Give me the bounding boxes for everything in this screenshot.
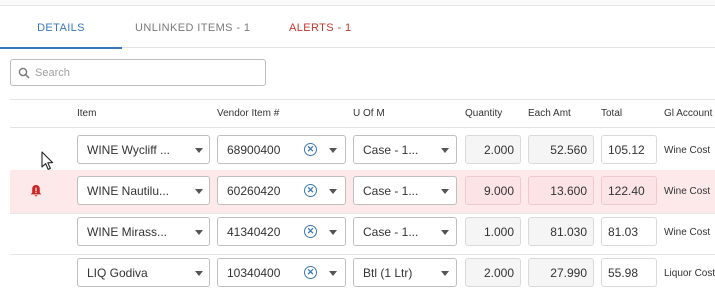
total-field: 55.98 — [601, 258, 657, 287]
chevron-down-icon[interactable] — [441, 230, 449, 235]
uom-value: Case - 1... — [363, 184, 419, 198]
column-header-total[interactable]: Total — [601, 108, 622, 119]
item-value: LIQ Godiva — [87, 266, 148, 280]
item-value: WINE Nautilu... — [87, 184, 170, 198]
chevron-down-icon[interactable] — [329, 230, 337, 235]
tab-alerts[interactable]: ALERTS - 1 — [289, 8, 352, 48]
gl-account-value: Wine Cost — [664, 227, 711, 238]
chevron-down-icon[interactable] — [195, 230, 203, 235]
column-header-vendor-item[interactable]: Vendor Item # — [217, 108, 279, 119]
clear-circle-icon[interactable]: ✕ — [304, 225, 317, 238]
quantity-value: 1.000 — [483, 225, 514, 239]
total-value: 122.40 — [608, 184, 645, 198]
item-select[interactable]: WINE Mirass... — [77, 217, 210, 246]
total-field: 81.03 — [601, 217, 657, 246]
chevron-down-icon[interactable] — [329, 189, 337, 194]
mouse-pointer-icon — [41, 151, 54, 170]
tab-details[interactable]: DETAILS — [0, 8, 122, 49]
item-select[interactable]: WINE Nautilu... — [77, 176, 210, 205]
quantity-field[interactable]: 2.000 — [465, 135, 521, 164]
tab-unlinked-items[interactable]: UNLINKED ITEMS - 1 — [135, 8, 250, 48]
chevron-down-icon[interactable] — [329, 148, 337, 153]
bell-icon — [30, 185, 42, 197]
vendor-item-select[interactable]: 41340420 ✕ — [217, 217, 346, 246]
vendor-item-value: 60260420 — [227, 184, 281, 198]
vendor-item-select[interactable]: 10340400 ✕ — [217, 258, 346, 287]
item-select[interactable]: WINE Wycliff ... — [77, 135, 210, 164]
each-amt-field[interactable]: 13.600 — [528, 176, 594, 205]
column-header-gl-account[interactable]: Gl Account — [664, 108, 712, 119]
each-amt-field[interactable]: 27.990 — [528, 258, 594, 287]
column-header-uom[interactable]: U Of M — [353, 108, 385, 119]
table-row[interactable]: LIQ Godiva 10340400 ✕ Btl (1 Ltr) 2.000 … — [10, 252, 715, 289]
quantity-field[interactable]: 2.000 — [465, 258, 521, 287]
vendor-item-value: 10340400 — [227, 266, 281, 280]
total-field: 105.12 — [601, 135, 657, 164]
gl-account-value: Wine Cost — [664, 186, 711, 197]
search-icon — [18, 67, 30, 79]
chevron-down-icon[interactable] — [441, 148, 449, 153]
each-amt-value: 13.600 — [550, 184, 587, 198]
column-header-item[interactable]: Item — [77, 108, 96, 119]
search-box[interactable] — [10, 59, 266, 86]
top-strip — [0, 0, 715, 6]
vendor-item-select[interactable]: 68900400 ✕ — [217, 135, 346, 164]
each-amt-value: 52.560 — [550, 143, 587, 157]
item-value: WINE Mirass... — [87, 225, 167, 239]
each-amt-value: 81.030 — [550, 225, 587, 239]
search-input[interactable] — [35, 64, 260, 82]
chevron-down-icon[interactable] — [195, 271, 203, 276]
total-field: 122.40 — [601, 176, 657, 205]
column-header-quantity[interactable]: Quantity — [465, 108, 502, 119]
quantity-field[interactable]: 9.000 — [465, 176, 521, 205]
table-row[interactable]: WINE Wycliff ... 68900400 ✕ Case - 1... … — [10, 129, 715, 173]
vendor-item-value: 41340420 — [227, 225, 281, 239]
total-value: 81.03 — [608, 225, 639, 239]
uom-value: Case - 1... — [363, 143, 419, 157]
clear-circle-icon[interactable]: ✕ — [304, 266, 317, 279]
uom-select[interactable]: Case - 1... — [353, 217, 457, 246]
item-select[interactable]: LIQ Godiva — [77, 258, 210, 287]
each-amt-field[interactable]: 52.560 — [528, 135, 594, 164]
table-row[interactable]: WINE Mirass... 41340420 ✕ Case - 1... 1.… — [10, 211, 715, 255]
vendor-item-value: 68900400 — [227, 143, 281, 157]
uom-select[interactable]: Case - 1... — [353, 176, 457, 205]
gl-account-value: Wine Cost — [664, 145, 711, 156]
column-header-each-amt[interactable]: Each Amt — [528, 108, 571, 119]
uom-select[interactable]: Btl (1 Ltr) — [353, 258, 457, 287]
each-amt-value: 27.990 — [550, 266, 587, 280]
vendor-item-select[interactable]: 60260420 ✕ — [217, 176, 346, 205]
chevron-down-icon[interactable] — [195, 148, 203, 153]
total-value: 55.98 — [608, 266, 639, 280]
quantity-field[interactable]: 1.000 — [465, 217, 521, 246]
quantity-value: 2.000 — [483, 266, 514, 280]
uom-select[interactable]: Case - 1... — [353, 135, 457, 164]
clear-circle-icon[interactable]: ✕ — [304, 184, 317, 197]
clear-circle-icon[interactable]: ✕ — [304, 143, 317, 156]
each-amt-field[interactable]: 81.030 — [528, 217, 594, 246]
quantity-value: 2.000 — [483, 143, 514, 157]
chevron-down-icon[interactable] — [441, 271, 449, 276]
chevron-down-icon[interactable] — [441, 189, 449, 194]
uom-value: Case - 1... — [363, 225, 419, 239]
quantity-value: 9.000 — [483, 184, 514, 198]
uom-value: Btl (1 Ltr) — [363, 266, 413, 280]
table-header: Item Vendor Item # U Of M Quantity Each … — [10, 100, 715, 128]
chevron-down-icon[interactable] — [195, 189, 203, 194]
table-row-alert[interactable]: WINE Nautilu... 60260420 ✕ Case - 1... 9… — [10, 170, 715, 214]
total-value: 105.12 — [608, 143, 645, 157]
chevron-down-icon[interactable] — [329, 271, 337, 276]
tab-bar: DETAILS UNLINKED ITEMS - 1 ALERTS - 1 — [0, 8, 715, 49]
gl-account-value: Liquor Cost — [664, 268, 715, 279]
item-value: WINE Wycliff ... — [87, 143, 171, 157]
